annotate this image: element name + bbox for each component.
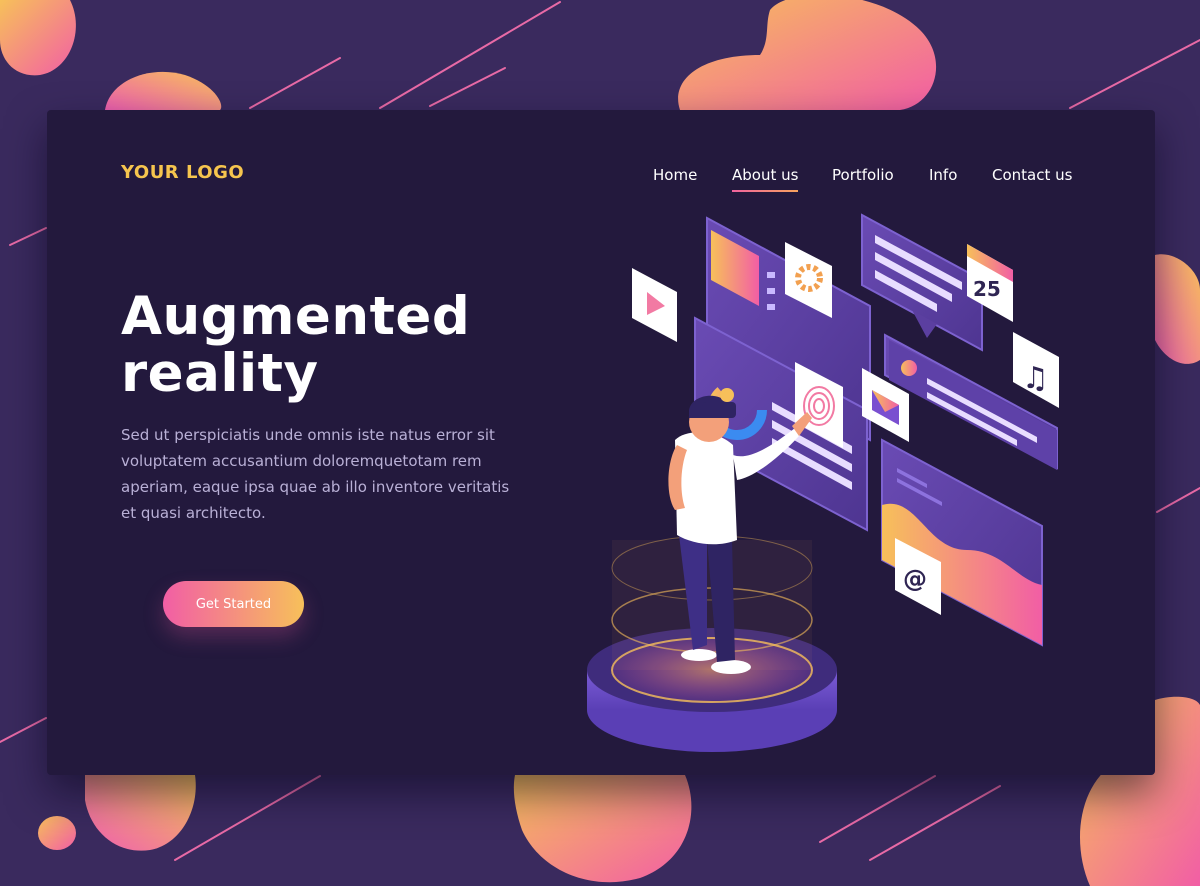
landing-card: YOUR LOGO Home About us Portfolio Info C… <box>47 110 1155 775</box>
ar-panel-message <box>861 213 983 352</box>
ar-panel-wave-chart <box>881 438 1043 647</box>
calendar-day: 25 <box>973 277 1001 301</box>
play-icon <box>632 268 677 342</box>
user-icon <box>901 360 917 376</box>
ar-illustration: 25 ♫ @ <box>587 213 1059 752</box>
music-note-glyph: ♫ <box>1022 361 1049 396</box>
at-sign-glyph: @ <box>903 565 927 593</box>
music-note-icon: ♫ <box>1013 332 1059 408</box>
